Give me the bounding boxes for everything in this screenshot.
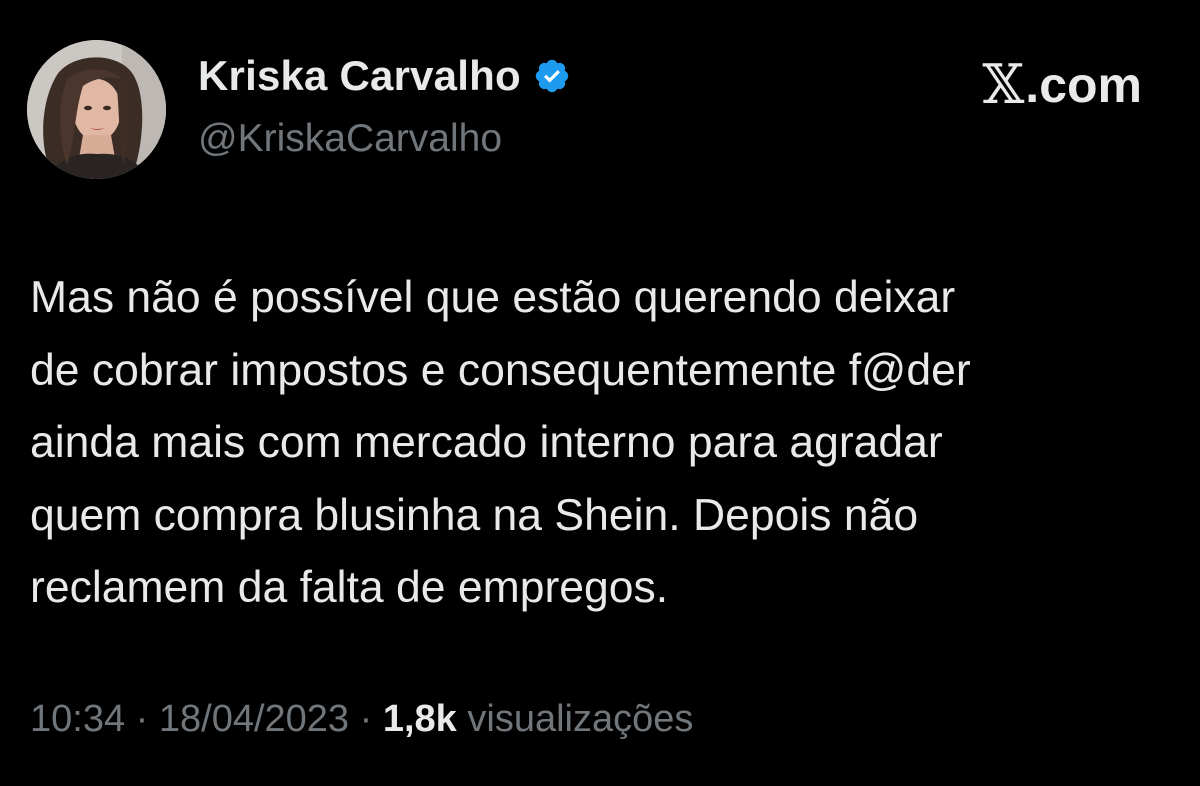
x-brand-watermark: 𝕏 .com (982, 53, 1142, 116)
tweet-text-line: de cobrar impostos e consequentemente f@… (30, 345, 971, 395)
author-avatar[interactable] (27, 40, 166, 179)
meta-separator: · (359, 698, 373, 740)
tweet-text-line: Mas não é possível que estão querendo de… (30, 273, 956, 322)
tweet-text-line: quem compra blusinha na Shein. Depois nã… (30, 490, 919, 540)
verified-badge-icon (533, 57, 571, 95)
brand-suffix: .com (1025, 56, 1142, 113)
views-count: 1,8k (382, 698, 457, 740)
tweet-date[interactable]: 18/04/2023 (159, 698, 349, 740)
author-name[interactable]: Kriska Carvalho (198, 52, 521, 100)
tweet-text: Mas não é possível que estão querendo de… (30, 262, 1180, 625)
author-name-row[interactable]: Kriska Carvalho (198, 52, 571, 100)
x-logo-icon: 𝕏 (982, 53, 1025, 116)
tweet-time[interactable]: 10:34 (30, 698, 125, 740)
meta-separator: · (135, 698, 149, 740)
author-handle[interactable]: @KriskaCarvalho (198, 117, 502, 161)
tweet-text-line: ainda mais com mercado interno para agra… (30, 418, 943, 467)
tweet-meta: 10:34 · 18/04/2023 · 1,8k visualizações (30, 698, 693, 741)
tweet-text-line: reclamem da falta de empregos. (30, 563, 669, 612)
views-label: visualizações (467, 698, 694, 740)
tweet-card: Kriska Carvalho @KriskaCarvalho 𝕏 .com M… (0, 0, 1200, 786)
avatar-image (27, 40, 166, 179)
